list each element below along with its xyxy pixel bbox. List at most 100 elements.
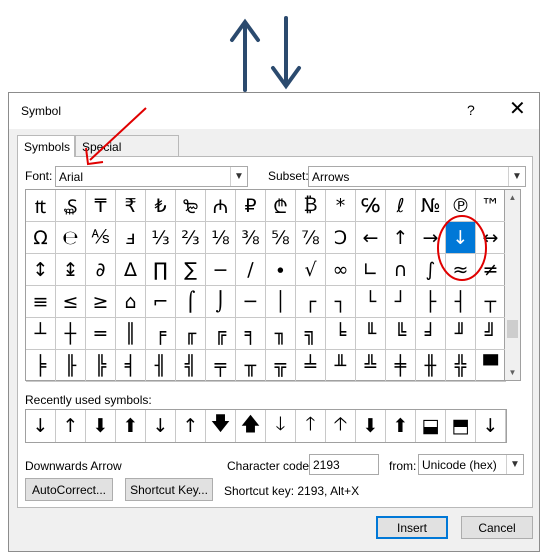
recent-symbol-cell[interactable]: ⬇ <box>86 410 116 442</box>
symbol-cell[interactable]: ₹ <box>116 190 146 222</box>
symbol-cell[interactable]: ├ <box>416 286 446 318</box>
recent-symbol-cell[interactable]: ↑ <box>56 410 86 442</box>
symbol-cell[interactable]: ╜ <box>446 318 476 350</box>
symbol-cell[interactable]: ╕ <box>236 318 266 350</box>
symbol-cell[interactable]: ╢ <box>146 350 176 382</box>
symbol-cell[interactable]: ║ <box>116 318 146 350</box>
symbol-cell[interactable]: ┐ <box>326 286 356 318</box>
symbol-cell[interactable]: ═ <box>86 318 116 350</box>
symbol-cell[interactable]: ™ <box>476 190 506 222</box>
symbol-cell[interactable]: ⅜ <box>236 222 266 254</box>
symbol-cell[interactable]: ⅍ <box>86 222 116 254</box>
symbol-cell[interactable]: └ <box>356 286 386 318</box>
symbol-cell[interactable]: ╪ <box>386 350 416 382</box>
symbol-cell[interactable]: → <box>416 222 446 254</box>
symbol-cell[interactable]: ╥ <box>236 350 266 382</box>
scroll-up-icon[interactable]: ▲ <box>505 190 520 205</box>
symbol-cell[interactable]: ╟ <box>56 350 86 382</box>
font-combo[interactable]: Arial ▼ <box>55 166 248 187</box>
tab-symbols[interactable]: Symbols <box>17 135 75 157</box>
symbol-cell[interactable]: ╓ <box>176 318 206 350</box>
symbol-cell[interactable]: ℮ <box>56 222 86 254</box>
symbol-cell[interactable]: ₺ <box>146 190 176 222</box>
symbol-cell[interactable]: ╙ <box>356 318 386 350</box>
symbol-cell[interactable]: ⌠ <box>176 286 206 318</box>
recent-symbol-cell[interactable]: ⬆ <box>386 410 416 442</box>
symbol-cell[interactable]: ┤ <box>446 286 476 318</box>
symbol-cell[interactable]: ∑ <box>176 254 206 286</box>
cancel-button[interactable]: Cancel <box>461 516 533 539</box>
chevron-down-icon[interactable]: ▼ <box>506 455 523 474</box>
symbol-cell[interactable]: ╡ <box>116 350 146 382</box>
symbol-cell[interactable]: ↑ <box>386 222 416 254</box>
symbol-cell[interactable]: ≤ <box>56 286 86 318</box>
symbol-cell[interactable]: ╩ <box>356 350 386 382</box>
symbol-cell[interactable]: ╝ <box>476 318 506 350</box>
symbol-cell[interactable]: ∟ <box>356 254 386 286</box>
recent-symbol-cell[interactable]: ↓ <box>476 410 506 442</box>
recent-symbol-cell[interactable]: 🡡 <box>326 410 356 442</box>
recent-symbol-cell[interactable]: 🡇 <box>206 410 236 442</box>
tab-special-characters[interactable]: Special Characters <box>75 135 179 168</box>
symbol-cell[interactable]: ⅞ <box>296 222 326 254</box>
symbol-cell[interactable]: ∏ <box>146 254 176 286</box>
chevron-down-icon[interactable]: ▼ <box>508 167 525 186</box>
symbol-cell[interactable]: ⅎ <box>116 222 146 254</box>
symbol-cell[interactable]: ≡ <box>26 286 56 318</box>
symbol-cell[interactable]: ╦ <box>266 350 296 382</box>
symbol-cell[interactable]: ┼ <box>56 318 86 350</box>
symbol-cell[interactable]: ╫ <box>416 350 446 382</box>
symbol-cell[interactable]: ⌂ <box>116 286 146 318</box>
symbol-cell[interactable]: ╧ <box>296 350 326 382</box>
scroll-down-icon[interactable]: ▼ <box>505 365 520 380</box>
symbol-cell[interactable]: ↨ <box>56 254 86 286</box>
symbol-cell[interactable]: ╬ <box>446 350 476 382</box>
symbol-cell[interactable]: ⌐ <box>146 286 176 318</box>
symbol-cell[interactable]: Ω <box>26 222 56 254</box>
symbol-cell[interactable]: ↔ <box>476 222 506 254</box>
autocorrect-button[interactable]: AutoCorrect... <box>25 478 113 501</box>
symbol-cell[interactable]: ╣ <box>176 350 206 382</box>
symbol-cell[interactable]: ∩ <box>386 254 416 286</box>
symbol-cell[interactable]: ╤ <box>206 350 236 382</box>
symbol-cell[interactable]: ℗ <box>446 190 476 222</box>
symbol-cell[interactable]: ℅ <box>356 190 386 222</box>
recent-symbol-cell[interactable]: ↓ <box>26 410 56 442</box>
symbol-cell[interactable]: ╖ <box>266 318 296 350</box>
symbol-cell[interactable]: ╔ <box>206 318 236 350</box>
from-combo[interactable]: Unicode (hex) ▼ <box>418 454 524 475</box>
symbol-cell[interactable]: ┘ <box>386 286 416 318</box>
symbol-cell[interactable]: ∫ <box>416 254 446 286</box>
symbol-cell[interactable]: ₶ <box>26 190 56 222</box>
symbol-cell[interactable]: ⌡ <box>206 286 236 318</box>
symbol-cell[interactable]: │ <box>266 286 296 318</box>
symbol-cell[interactable]: ╘ <box>326 318 356 350</box>
recent-symbol-cell[interactable]: ⬇ <box>356 410 386 442</box>
symbol-cell[interactable]: ╗ <box>296 318 326 350</box>
symbol-cell[interactable]: ╚ <box>386 318 416 350</box>
recent-symbol-cell[interactable]: ↓ <box>146 410 176 442</box>
symbol-cell[interactable]: ₻ <box>176 190 206 222</box>
symbol-cell[interactable]: ∙ <box>266 254 296 286</box>
symbol-cell[interactable]: ℓ <box>386 190 416 222</box>
chevron-down-icon[interactable]: ▼ <box>230 167 247 186</box>
subset-combo[interactable]: Arrows ▼ <box>308 166 526 187</box>
insert-button[interactable]: Insert <box>376 516 448 539</box>
recent-symbol-cell[interactable]: ⬒ <box>446 410 476 442</box>
symbol-cell[interactable]: ╠ <box>86 350 116 382</box>
symbol-cell[interactable]: ╞ <box>26 350 56 382</box>
symbol-cell[interactable]: ⅔ <box>176 222 206 254</box>
recent-symbol-cell[interactable]: 🡓 <box>266 410 296 442</box>
recent-symbol-cell[interactable]: ⬓ <box>416 410 446 442</box>
symbol-cell[interactable]: ─ <box>236 286 266 318</box>
symbol-cell[interactable]: ╨ <box>326 350 356 382</box>
symbol-cell[interactable]: ↕ <box>26 254 56 286</box>
symbol-cell[interactable]: ≠ <box>476 254 506 286</box>
recent-symbol-cell[interactable]: ⬆ <box>116 410 146 442</box>
symbol-cell[interactable]: ⅛ <box>206 222 236 254</box>
symbol-cell[interactable]: № <box>416 190 446 222</box>
symbol-cell[interactable]: ⅓ <box>146 222 176 254</box>
recent-symbol-cell[interactable]: 🡅 <box>236 410 266 442</box>
symbol-cell[interactable]: √ <box>296 254 326 286</box>
symbol-cell[interactable]: ₽ <box>236 190 266 222</box>
